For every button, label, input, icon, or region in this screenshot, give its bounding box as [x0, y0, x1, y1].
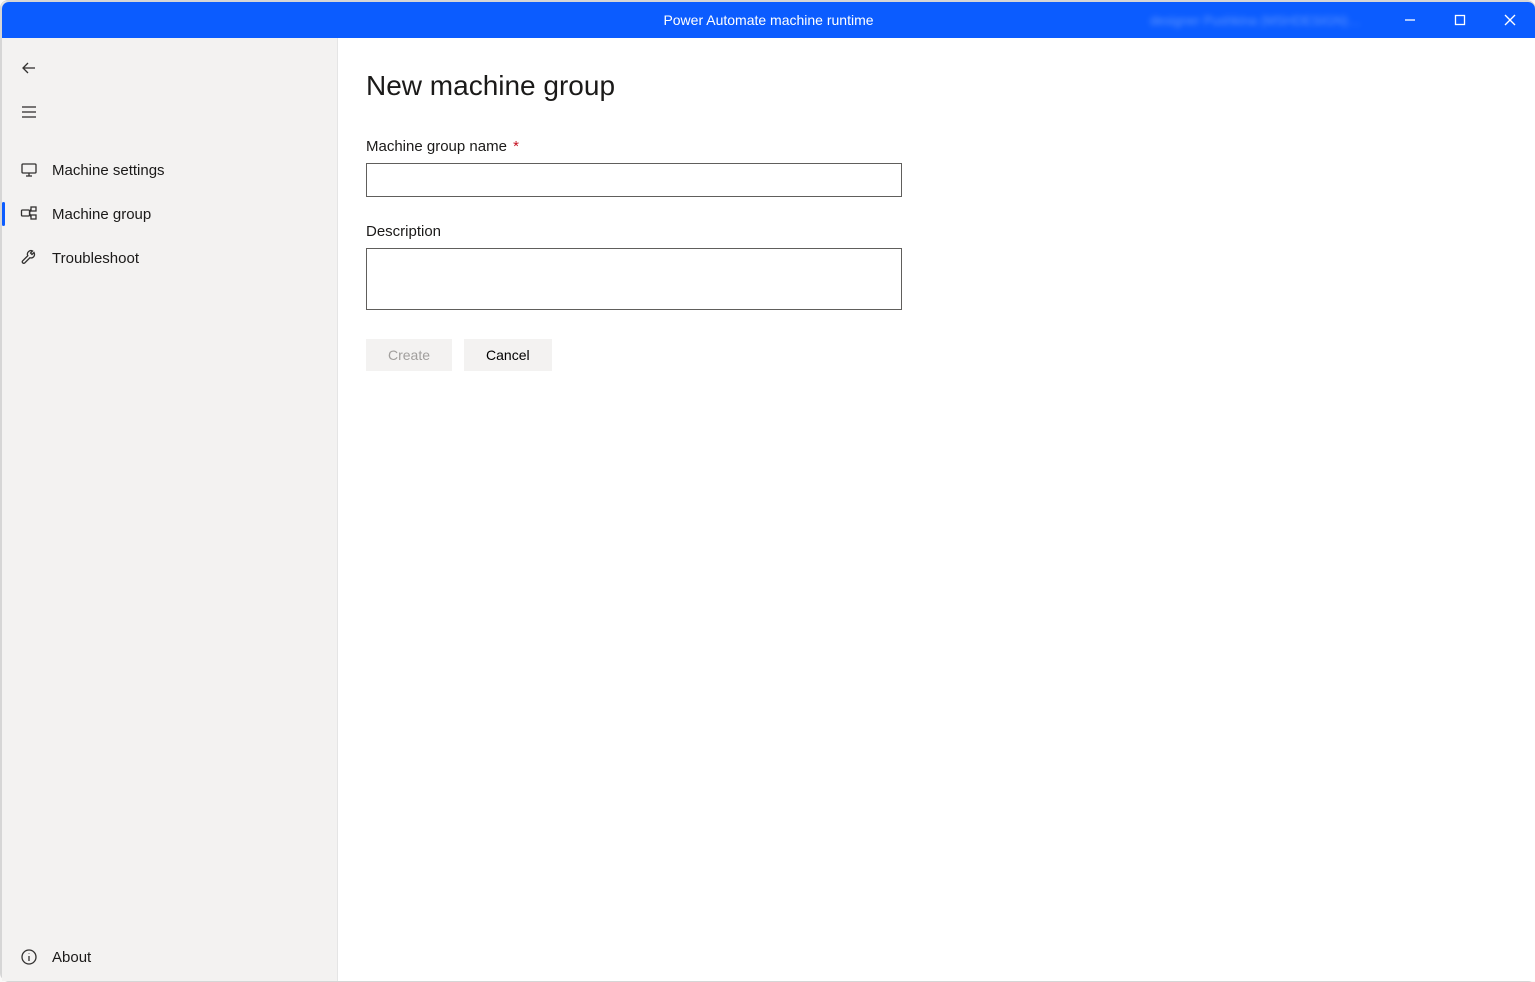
sidebar-item-label: Machine settings — [52, 162, 165, 179]
machine-group-icon — [20, 205, 38, 223]
sidebar-item-machine-group[interactable]: Machine group — [2, 192, 337, 236]
sidebar-item-troubleshoot[interactable]: Troubleshoot — [2, 236, 337, 280]
desc-label: Description — [366, 223, 902, 240]
signed-in-user[interactable]: designer Pushkina (MSHDESIGN)… — [1150, 13, 1361, 28]
sidebar-about-label: About — [52, 949, 91, 966]
wrench-icon — [20, 249, 38, 267]
minimize-icon — [1404, 14, 1416, 26]
button-row: Create Cancel — [366, 339, 1507, 371]
machine-group-name-input[interactable] — [366, 163, 902, 197]
back-arrow-icon — [20, 59, 38, 77]
back-button[interactable] — [2, 46, 337, 90]
field-description: Description — [366, 223, 902, 313]
required-asterisk: * — [513, 138, 519, 155]
hamburger-icon — [20, 103, 38, 121]
workspace: Machine settings Machine group Troublesh… — [2, 38, 1535, 981]
field-machine-group-name: Machine group name * — [366, 138, 902, 197]
sidebar-item-machine-settings[interactable]: Machine settings — [2, 148, 337, 192]
titlebar: Power Automate machine runtime designer … — [2, 2, 1535, 38]
sidebar-item-label: Troubleshoot — [52, 250, 139, 267]
window-controls — [1385, 2, 1535, 38]
close-icon — [1504, 14, 1516, 26]
name-label: Machine group name * — [366, 138, 902, 155]
window-close-button[interactable] — [1485, 2, 1535, 38]
page-title: New machine group — [366, 70, 1507, 102]
sidebar-about[interactable]: About — [2, 933, 337, 981]
monitor-icon — [20, 161, 38, 179]
window-minimize-button[interactable] — [1385, 2, 1435, 38]
info-icon — [20, 948, 38, 966]
hamburger-button[interactable] — [2, 90, 337, 134]
nav-spacer — [2, 280, 337, 933]
sidebar: Machine settings Machine group Troublesh… — [2, 38, 338, 981]
name-label-text: Machine group name — [366, 138, 507, 155]
window-maximize-button[interactable] — [1435, 2, 1485, 38]
nav-gap — [2, 134, 337, 148]
titlebar-right: designer Pushkina (MSHDESIGN)… — [1150, 2, 1535, 38]
maximize-icon — [1454, 14, 1466, 26]
main-content: New machine group Machine group name * D… — [338, 38, 1535, 981]
description-input[interactable] — [366, 248, 902, 310]
sidebar-item-label: Machine group — [52, 206, 151, 223]
cancel-button[interactable]: Cancel — [464, 339, 552, 371]
create-button[interactable]: Create — [366, 339, 452, 371]
